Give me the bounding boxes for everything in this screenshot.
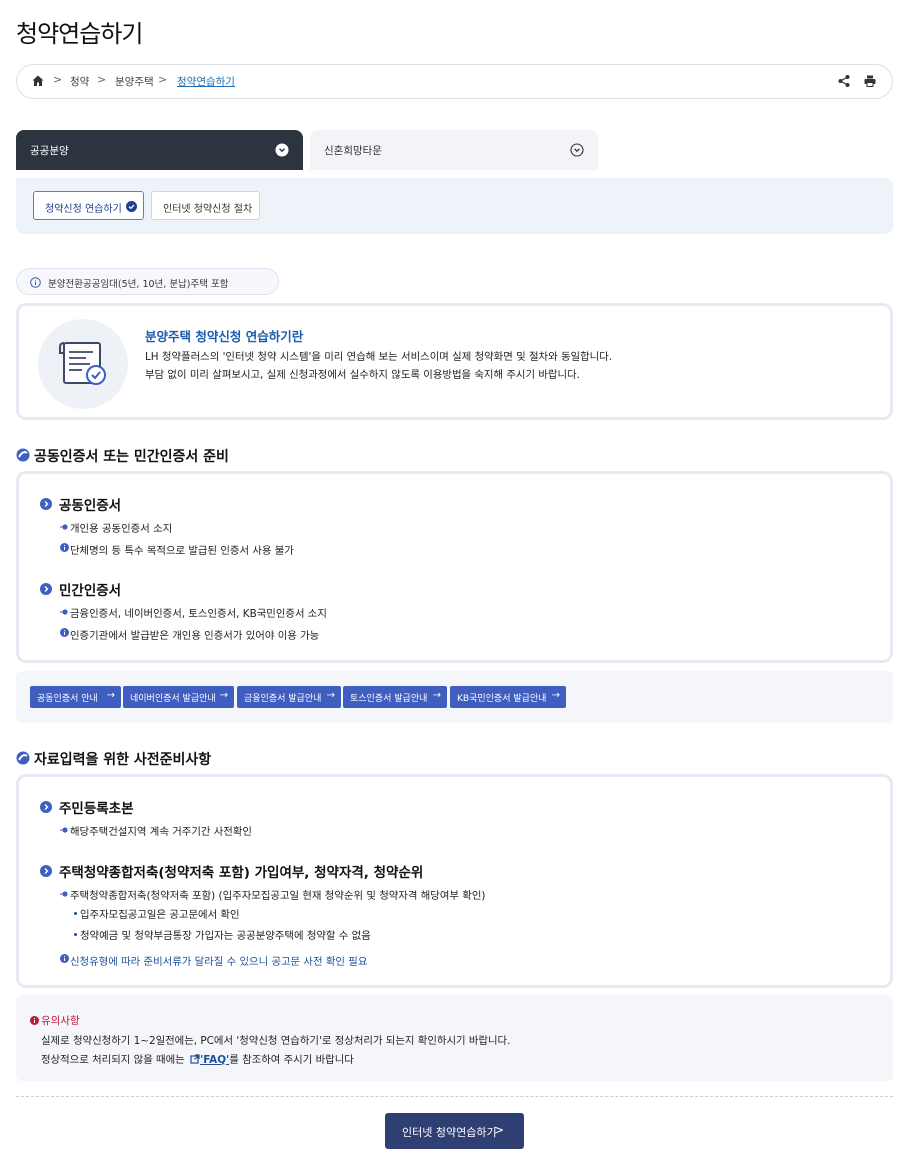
breadcrumb-item-sale-housing[interactable]: 분양주택 [115,74,154,89]
page-title: 청약연습하기 [16,20,143,48]
arrow-right-icon: → [551,690,560,701]
breadcrumb-item-apply[interactable]: 청약 [70,74,89,89]
bullet-icon [60,524,68,530]
notice-text: 분양전환공공임대(5년, 10년, 분납)주택 포함 [48,279,229,290]
internet-practice-button[interactable]: 인터넷 청약연습하기 > [385,1113,524,1149]
external-link-icon [190,1054,200,1064]
intro-box: 분양주택 청약신청 연습하기란 LH 청약플러스의 '인터넷 청약 시스템'을 … [16,303,893,420]
subtab-practice[interactable]: 청약신청 연습하기 [33,191,144,220]
arrow-right-icon: → [106,690,115,701]
caution-box: 유의사항 실제로 청약신청하기 1~2일전에는, PC에서 '청약신청 연습하기… [16,995,893,1081]
sub-bullet [74,933,77,936]
item-info-text: 인증기관에서 발급받은 개인용 인증서가 있어야 이용 가능 [70,630,320,642]
caution-text: 정상적으로 처리되지 않을 때에는 [41,1054,185,1066]
subtab-label: 인터넷 청약신청 절차 [163,204,253,215]
section-title-certificate: 공동인증서 또는 민간인증서 준비 [34,449,229,465]
button-label: 네이버인증서 발급안내 [130,694,216,704]
finance-cert-guide-button[interactable]: 금융인증서 발급안내 → [237,686,341,708]
item-title-resident-record: 주민등록초본 [59,801,134,817]
certificate-card: 공동인증서 개인용 공동인증서 소지 단체명의 등 특수 목적으로 발급된 인증… [16,471,893,663]
arrow-right-icon: → [432,690,441,701]
button-label: 공동인증서 안내 [37,694,98,704]
intro-illustration [38,319,128,409]
bullet-icon [60,609,68,615]
share-icon[interactable] [837,74,851,88]
tab-label: 신혼희망타운 [324,145,382,157]
bullet-icon [60,891,68,897]
item-title-savings: 주택청약종합저축(청약저축 포함) 가입여부, 청약자격, 청약순위 [59,865,424,881]
faq-link[interactable]: 'FAQ' [200,1054,229,1066]
warning-icon [30,1016,39,1025]
subtab-label: 청약신청 연습하기 [45,204,122,215]
chevron-right-icon: > [493,1123,504,1137]
tab-label: 공공분양 [30,145,69,157]
chevron-right-icon [40,865,52,877]
item-title-private-cert: 민간인증서 [59,583,122,599]
item-bullet-text: 개인용 공동인증서 소지 [70,523,173,535]
item-bullet-text: 금융인증서, 네이버인증서, 토스인증서, KB국민인증서 소지 [70,608,327,620]
breadcrumb-separator: > [53,73,63,86]
intro-title: 분양주택 청약신청 연습하기란 [145,329,304,344]
intro-line: LH 청약플러스의 '인터넷 청약 시스템'을 미리 연습해 보는 서비스이며 … [145,351,613,363]
info-icon [30,277,41,288]
sub-bullet [74,912,77,915]
naver-cert-guide-button[interactable]: 네이버인증서 발급안내 → [123,686,234,708]
breadcrumb: > 청약 > 분양주택 > 청약연습하기 [16,64,893,99]
check-circle-icon [126,201,137,212]
breadcrumb-separator: > [158,73,168,86]
section-bullet-icon [16,448,30,462]
subtab-panel: 청약신청 연습하기 인터넷 청약신청 절차 [16,178,893,234]
joint-cert-guide-button[interactable]: 공동인증서 안내 → [30,686,121,708]
item-sub-text: 청약예금 및 청약부금통장 가입자는 공공분양주택에 청약할 수 없음 [80,930,371,942]
arrow-right-icon: → [219,690,228,701]
document-check-icon [59,342,106,385]
chevron-right-icon [40,498,52,510]
chevron-right-icon [40,801,52,813]
info-icon [60,543,69,552]
print-icon[interactable] [863,74,877,88]
subtab-procedure[interactable]: 인터넷 청약신청 절차 [151,191,260,220]
section-bullet-icon [16,751,30,765]
toss-cert-guide-button[interactable]: 토스인증서 발급안내 → [343,686,447,708]
home-icon[interactable] [31,74,45,88]
item-title-joint-cert: 공동인증서 [59,498,122,514]
item-info-text: 신청유형에 따라 준비서류가 달라질 수 있으니 공고문 사전 확인 필요 [70,956,368,968]
info-icon [60,954,69,963]
button-label: 토스인증서 발급안내 [350,694,428,704]
breadcrumb-separator: > [97,73,107,86]
tab-public-sale[interactable]: 공공분양 [16,130,303,170]
intro-description: LH 청약플러스의 '인터넷 청약 시스템'을 미리 연습해 보는 서비스이며 … [145,348,612,384]
notice-pill: 분양전환공공임대(5년, 10년, 분납)주택 포함 [16,268,279,295]
caution-line: 정상적으로 처리되지 않을 때에는 'FAQ'를 참조하여 주시기 바랍니다 [41,1051,354,1066]
item-bullet-text: 해당주택건설지역 계속 거주기간 사전확인 [70,826,252,838]
intro-line: 부담 없이 미리 살펴보시고, 실제 신청과정에서 실수하지 않도록 이용방법을… [145,369,580,381]
kb-cert-guide-button[interactable]: KB국민인증서 발급안내 → [450,686,566,708]
chevron-down-icon [275,143,289,157]
arrow-right-icon: → [326,690,335,701]
item-info-text: 단체명의 등 특수 목적으로 발급된 인증서 사용 불가 [70,545,294,557]
breadcrumb-item-current[interactable]: 청약연습하기 [177,74,235,89]
button-label: KB국민인증서 발급안내 [457,694,547,704]
divider [16,1096,893,1097]
caution-title: 유의사항 [41,1015,80,1027]
chevron-right-icon [40,583,52,595]
documents-card: 주민등록초본 해당주택건설지역 계속 거주기간 사전확인 주택청약종합저축(청약… [16,774,893,988]
section-title-documents: 자료입력을 위한 사전준비사항 [34,752,212,768]
item-sub-text: 입주자모집공고일은 공고문에서 확인 [80,909,240,921]
chevron-down-icon [570,143,584,157]
caution-text: 를 참조하여 주시기 바랍니다 [229,1054,354,1066]
bullet-icon [60,827,68,833]
info-icon [60,628,69,637]
certificate-links: 공동인증서 안내 → 네이버인증서 발급안내 → 금융인증서 발급안내 → 토스인증서… [16,671,893,723]
tab-newlywed-town[interactable]: 신혼희망타운 [310,130,598,170]
caution-line: 실제로 청약신청하기 1~2일전에는, PC에서 '청약신청 연습하기'로 정상… [41,1035,511,1047]
item-bullet-text: 주택청약종합저축(청약저축 포함) (입주자모집공고일 현재 청약순위 및 청약… [70,890,486,902]
button-label: 금융인증서 발급안내 [244,694,322,704]
button-label: 인터넷 청약연습하기 [402,1126,497,1139]
